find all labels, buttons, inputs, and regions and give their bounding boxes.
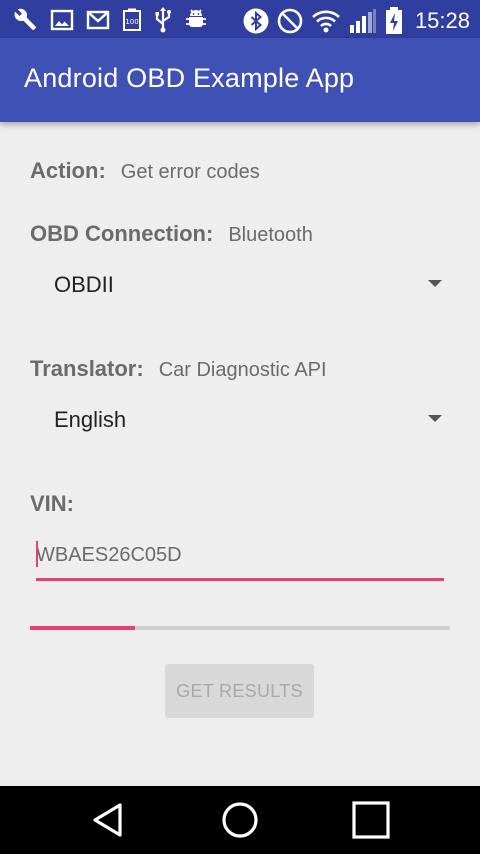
home-icon[interactable] [220,800,260,840]
system-icons: 15:28 [243,7,470,35]
battery-100-icon: 100 [122,8,142,32]
dropdown-arrow-icon [428,415,442,422]
action-row: Action: Get error codes [30,158,260,184]
vin-row: VIN: [30,491,74,517]
usb-icon [154,7,172,33]
wifi-icon [311,9,341,33]
vin-label: VIN: [30,491,74,516]
gmail-icon [86,8,110,32]
status-clock: 15:28 [414,8,470,33]
action-value: Get error codes [120,161,260,183]
vin-value: WBAES26C05D [36,544,182,566]
battery-charging-icon [385,7,403,35]
back-icon[interactable] [88,800,128,840]
progress-fill [30,626,135,630]
do-not-disturb-icon [277,8,303,34]
text-cursor [36,541,38,567]
connection-spinner-value: OBDII [54,272,114,297]
svg-text:100: 100 [125,18,138,26]
connection-value: Bluetooth [228,224,313,246]
action-label: Action: [30,158,106,183]
main-form: Action: Get error codes OBD Connection: … [0,122,480,786]
image-icon [50,8,74,32]
android-debug-icon [184,8,208,32]
navigation-bar [0,786,480,854]
connection-label: OBD Connection: [30,221,214,246]
signal-icon [349,8,377,34]
app-title: Android OBD Example App [24,63,355,93]
vin-input[interactable]: WBAES26C05D [36,540,444,581]
progress-bar [30,626,450,630]
connection-spinner[interactable]: OBDII [30,260,450,308]
wrench-icon [14,8,38,32]
recents-icon[interactable] [351,800,391,840]
translator-row: Translator: Car Diagnostic API [30,356,327,382]
connection-row: OBD Connection: Bluetooth [30,221,313,247]
translator-value: Car Diagnostic API [158,359,327,381]
translator-label: Translator: [30,356,144,381]
app-bar: Android OBD Example App [0,38,480,122]
language-spinner-value: English [54,407,127,432]
language-spinner[interactable]: English [30,395,450,443]
notification-icons: 100 [14,7,208,33]
status-bar: 100 15:28 [0,0,480,38]
get-results-button[interactable]: GET RESULTS [165,664,314,718]
dropdown-arrow-icon [428,280,442,287]
bluetooth-icon [243,8,269,34]
